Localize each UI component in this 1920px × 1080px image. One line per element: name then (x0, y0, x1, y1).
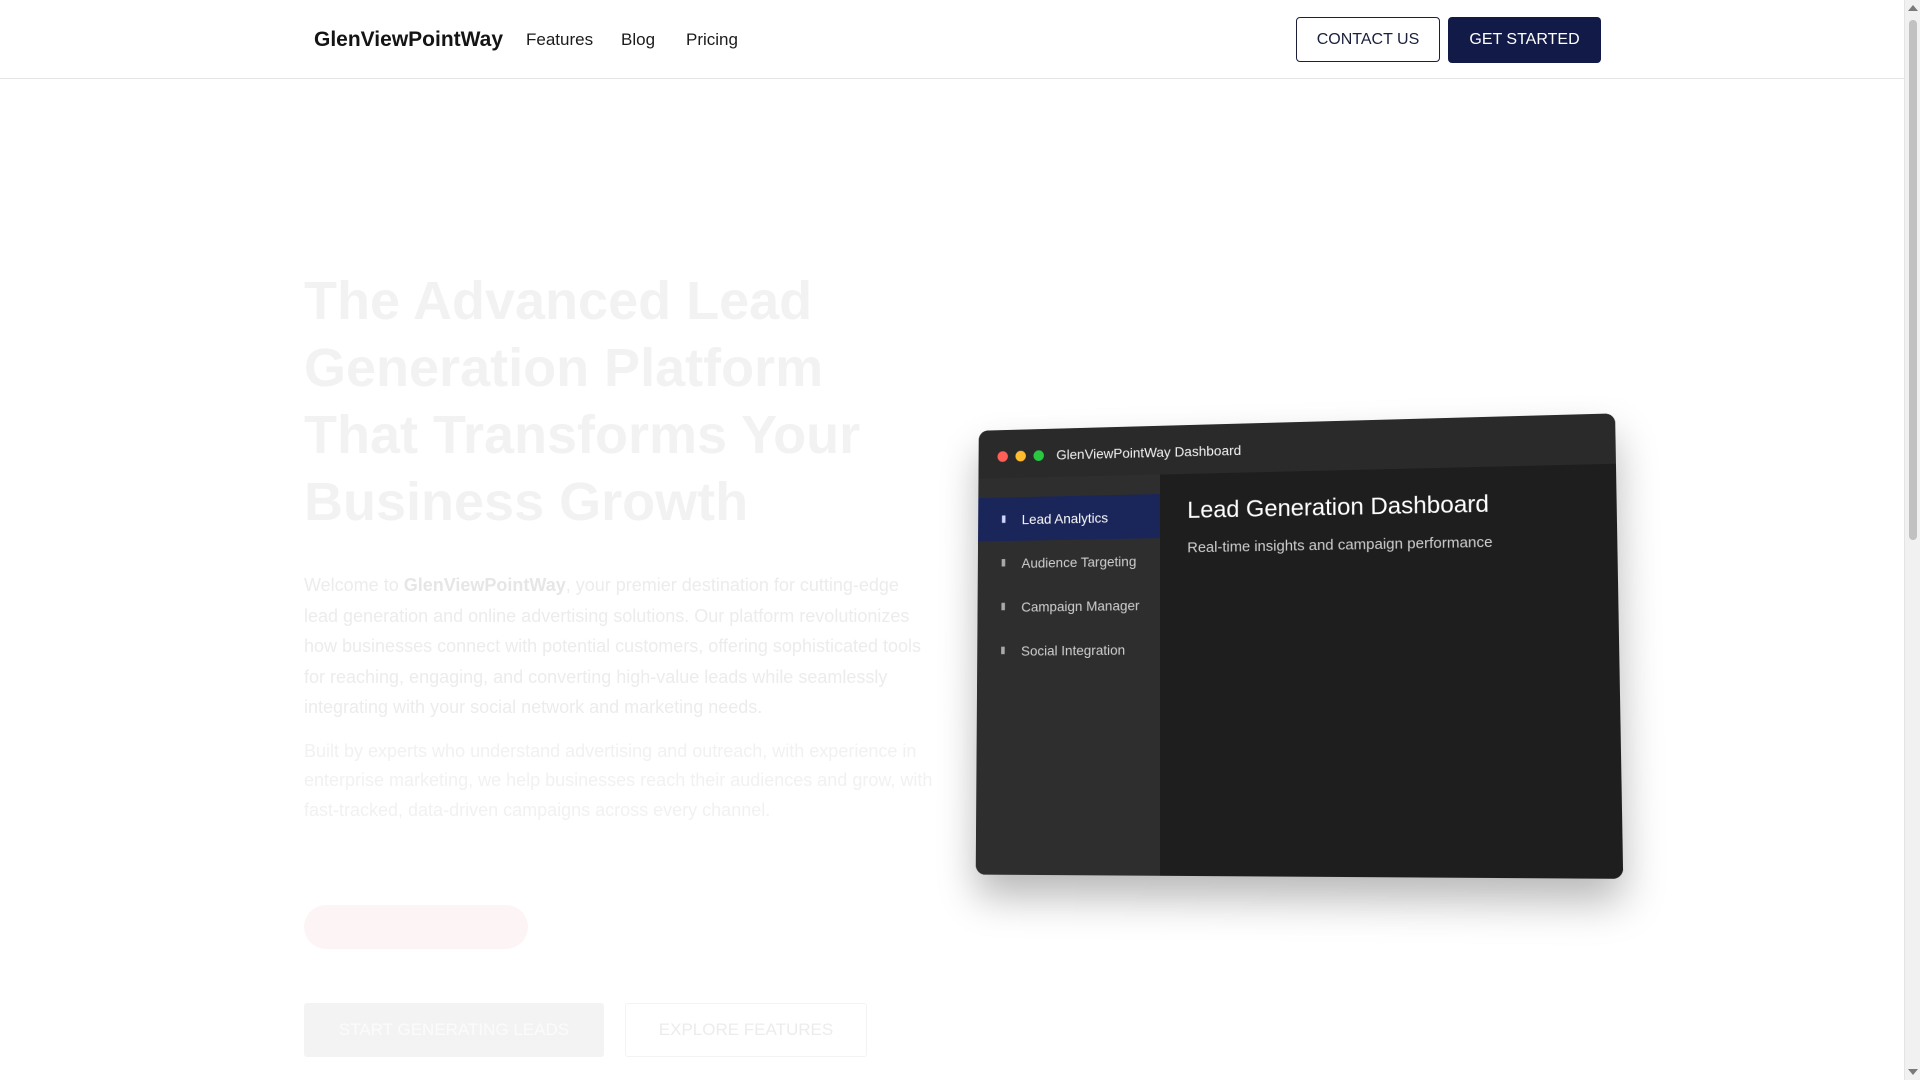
dashboard-preview: GlenViewPointWay Dashboard ▮ Lead Analyt… (968, 420, 1613, 875)
get-started-button[interactable]: GET STARTED (1448, 17, 1601, 63)
sidebar-item-lead-analytics[interactable]: ▮ Lead Analytics (978, 494, 1160, 541)
chart-icon: ▮ (997, 513, 1010, 525)
megaphone-icon: ▮ (997, 601, 1010, 613)
top-navbar: GlenViewPointWay Features Blog Pricing C… (0, 0, 1904, 79)
hero-title-line: That Transforms Your (304, 405, 860, 465)
start-generating-leads-button[interactable]: START GENERATING LEADS (304, 1003, 604, 1057)
sidebar-item-label: Lead Analytics (1022, 509, 1108, 526)
sidebar-item-audience-targeting[interactable]: ▮ Audience Targeting (978, 538, 1160, 585)
dashboard-window-title: GlenViewPointWay Dashboard (1056, 442, 1241, 462)
hero-title-line: The Advanced Lead (304, 271, 812, 331)
hero-badge (304, 905, 528, 949)
sidebar-item-label: Social Integration (1021, 641, 1125, 658)
sidebar-item-campaign-manager[interactable]: ▮ Campaign Manager (977, 582, 1160, 629)
share-icon: ▮ (996, 645, 1009, 657)
brand-logo[interactable]: GlenViewPointWay (314, 28, 503, 52)
window-close-dot-icon (997, 451, 1007, 462)
hero-secondary-description: Built by experts who understand advertis… (304, 737, 934, 826)
dashboard-subheading: Real-time insights and campaign performa… (1187, 534, 1492, 556)
page-scrollbar[interactable] (1904, 0, 1920, 1080)
scroll-up-arrow-icon[interactable] (1908, 5, 1918, 11)
nav-link-pricing[interactable]: Pricing (686, 30, 738, 50)
dashboard-window: GlenViewPointWay Dashboard ▮ Lead Analyt… (976, 413, 1623, 878)
scroll-down-arrow-icon[interactable] (1908, 1069, 1918, 1075)
nav-link-features[interactable]: Features (526, 30, 593, 50)
hero-description-intro: Welcome to (304, 575, 399, 595)
hero-description: Welcome to GlenViewPointWay, your premie… (304, 570, 934, 723)
dashboard-main-panel: Lead Generation Dashboard Real-time insi… (1160, 464, 1623, 879)
hero-section: The Advanced Lead Generation Platform Th… (304, 268, 934, 825)
target-icon: ▮ (997, 557, 1010, 569)
hero-description-rest: , your premier destination for cutting-e… (304, 575, 921, 717)
window-maximize-dot-icon (1033, 450, 1044, 461)
contact-us-button[interactable]: CONTACT US (1296, 17, 1440, 62)
hero-title-line: Business Growth (304, 472, 748, 532)
dashboard-heading: Lead Generation Dashboard (1187, 491, 1489, 525)
sidebar-item-social-integration[interactable]: ▮ Social Integration (977, 627, 1160, 673)
dashboard-sidebar: ▮ Lead Analytics ▮ Audience Targeting ▮ … (976, 475, 1160, 876)
hero-description-brand: GlenViewPointWay (404, 575, 566, 595)
explore-features-button[interactable]: EXPLORE FEATURES (625, 1003, 867, 1057)
sidebar-item-label: Campaign Manager (1021, 597, 1139, 614)
nav-link-blog[interactable]: Blog (621, 30, 655, 50)
hero-title: The Advanced Lead Generation Platform Th… (304, 268, 934, 536)
hero-title-line: Generation Platform (304, 338, 823, 398)
scrollbar-thumb[interactable] (1909, 20, 1917, 540)
window-minimize-dot-icon (1015, 451, 1025, 462)
sidebar-item-label: Audience Targeting (1021, 553, 1136, 571)
